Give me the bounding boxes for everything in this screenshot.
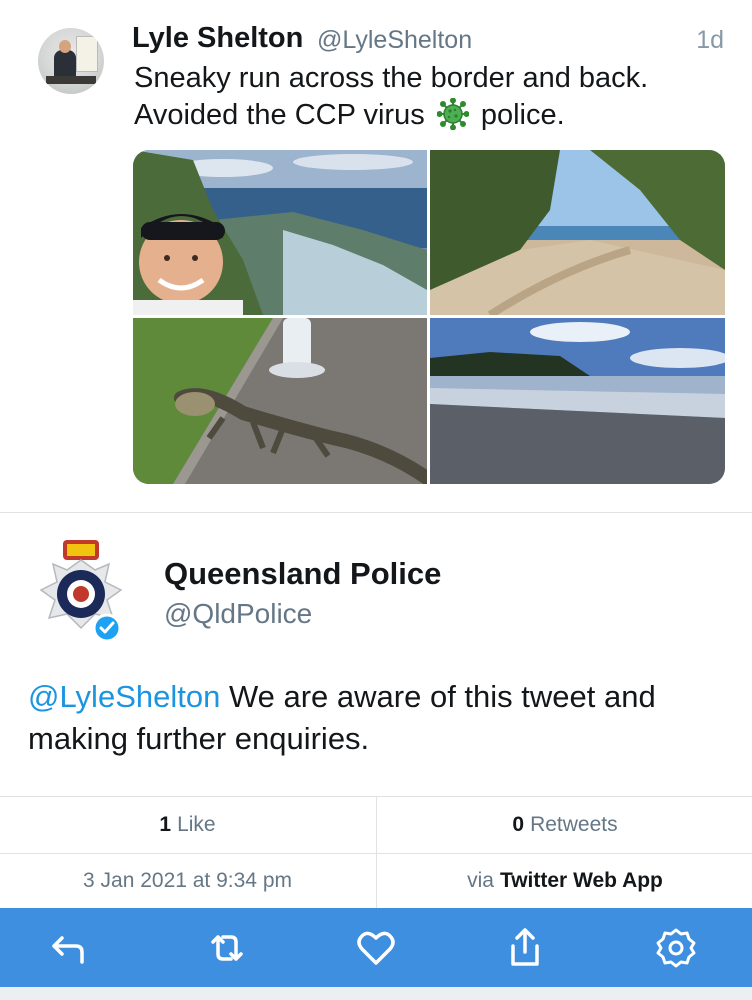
author-name[interactable]: Lyle Shelton bbox=[132, 22, 303, 55]
lizard-photo[interactable] bbox=[133, 318, 427, 484]
selfie-coast-photo[interactable] bbox=[133, 150, 427, 315]
reply-author-handle[interactable]: @QldPolice bbox=[164, 598, 312, 630]
reply-author-name[interactable]: Queensland Police bbox=[164, 556, 441, 592]
via-app[interactable]: via Twitter Web App bbox=[376, 853, 752, 908]
meta-row: 3 Jan 2021 at 9:34 pm via Twitter Web App bbox=[0, 853, 752, 908]
beach-path-photo[interactable] bbox=[430, 150, 725, 315]
retweet-button[interactable] bbox=[187, 908, 267, 987]
author-handle[interactable]: @LyleShelton bbox=[317, 26, 472, 55]
tweet-text: Sneaky run across the border and back. A… bbox=[134, 60, 734, 134]
via-app-name: Twitter Web App bbox=[499, 868, 663, 892]
via-prefix: via bbox=[467, 868, 494, 892]
settings-button[interactable] bbox=[636, 908, 716, 987]
action-toolbar bbox=[0, 908, 752, 987]
tweet-timestamp: 3 Jan 2021 at 9:34 pm bbox=[83, 868, 292, 892]
retweets-count[interactable]: 0 Retweets bbox=[376, 797, 752, 853]
author-avatar[interactable] bbox=[38, 28, 104, 94]
avatar-book bbox=[76, 36, 98, 72]
likes-count[interactable]: 1 Like bbox=[0, 797, 375, 853]
stats-row: 1 Like 0 Retweets bbox=[0, 796, 752, 854]
retweets-label: Retweets bbox=[530, 813, 618, 836]
beach-shore-photo[interactable] bbox=[430, 318, 725, 484]
photo-grid bbox=[133, 150, 725, 484]
likes-number: 1 bbox=[159, 813, 172, 836]
avatar-head bbox=[59, 40, 71, 53]
likes-label: Like bbox=[177, 813, 216, 836]
retweet-icon bbox=[211, 934, 243, 961]
settings-icon bbox=[656, 928, 696, 967]
tweet-text-line2: Avoided the CCP virus police. bbox=[134, 97, 734, 134]
tweet-text-line2-a: Avoided the CCP virus bbox=[134, 99, 425, 131]
tweet-text-line1: Sneaky run across the border and back. bbox=[134, 62, 649, 94]
share-button[interactable] bbox=[485, 908, 565, 987]
retweets-number: 0 bbox=[512, 813, 525, 836]
virus-icon bbox=[436, 98, 469, 130]
reply-button[interactable] bbox=[32, 908, 112, 987]
like-button[interactable] bbox=[336, 908, 416, 987]
tweet-time: 1d bbox=[696, 26, 724, 54]
reply-icon bbox=[52, 935, 84, 964]
tweet-text-line2-b: police. bbox=[480, 99, 565, 131]
bottom-strip bbox=[0, 987, 752, 1000]
mention-link[interactable]: @LyleShelton bbox=[28, 679, 220, 714]
reply-text: @LyleShelton We are aware of this tweet … bbox=[28, 676, 728, 760]
original-tweet[interactable]: Lyle Shelton @LyleShelton 1d Sneaky run … bbox=[0, 0, 752, 513]
avatar-desk bbox=[46, 76, 96, 84]
qld-police-avatar[interactable] bbox=[33, 538, 129, 650]
like-icon bbox=[357, 931, 395, 965]
share-icon bbox=[511, 927, 539, 966]
